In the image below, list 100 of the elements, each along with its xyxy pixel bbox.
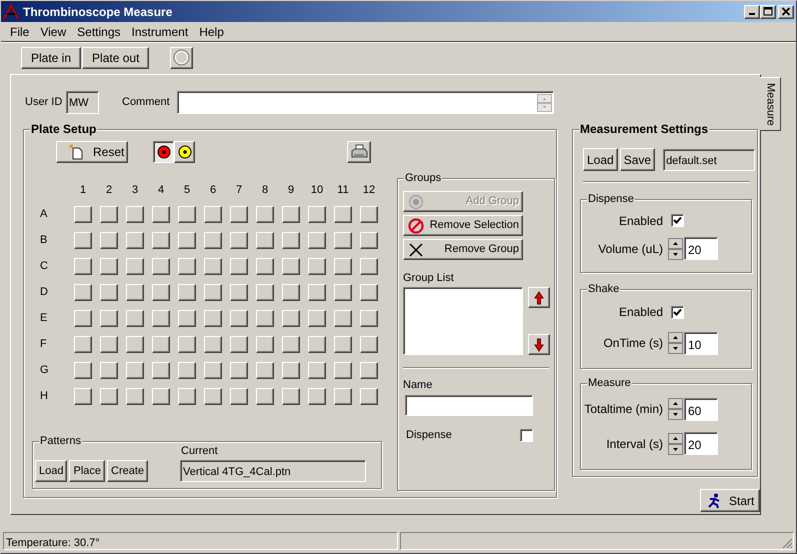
well-button[interactable] [100,284,118,301]
well-button[interactable] [256,284,274,301]
well-button[interactable] [334,232,352,249]
marker-toggle[interactable] [153,141,174,163]
close-button[interactable] [778,4,794,18]
well-button[interactable] [100,388,118,405]
spinner[interactable] [668,332,683,354]
well-button[interactable] [74,362,92,379]
well-button[interactable] [204,232,222,249]
well-button[interactable] [178,284,196,301]
well-button[interactable] [230,336,248,353]
well-button[interactable] [74,310,92,327]
well-button[interactable] [282,284,300,301]
well-button[interactable] [204,388,222,405]
well-button[interactable] [360,362,378,379]
well-button[interactable] [100,258,118,275]
well-button[interactable] [230,388,248,405]
spinner[interactable] [668,432,683,455]
well-button[interactable] [308,388,326,405]
status-button[interactable] [170,46,194,68]
well-button[interactable] [178,336,196,353]
well-button[interactable] [204,362,222,379]
well-button[interactable] [334,206,352,223]
well-button[interactable] [74,206,92,223]
well-button[interactable] [74,388,92,405]
well-button[interactable] [308,362,326,379]
well-button[interactable] [256,310,274,327]
well-button[interactable] [126,336,144,353]
well-button[interactable] [100,362,118,379]
well-button[interactable] [152,206,170,223]
name-field[interactable] [405,395,533,416]
well-button[interactable] [178,206,196,223]
group-button[interactable]: Remove Selection [403,215,523,236]
well-button[interactable] [178,362,196,379]
well-button[interactable] [126,284,144,301]
spinner[interactable] [668,238,683,260]
well-button[interactable] [308,258,326,275]
well-button[interactable] [360,232,378,249]
well-button[interactable] [256,388,274,405]
menu-item[interactable]: Settings [72,22,126,40]
well-button[interactable] [100,310,118,327]
well-button[interactable] [256,232,274,249]
well-button[interactable] [308,336,326,353]
well-button[interactable] [230,362,248,379]
well-button[interactable] [256,336,274,353]
well-button[interactable] [360,284,378,301]
well-button[interactable] [74,336,92,353]
well-button[interactable] [360,258,378,275]
well-button[interactable] [230,232,248,249]
pattern-button[interactable]: Create [107,460,148,482]
well-button[interactable] [178,232,196,249]
pattern-button[interactable]: Place [69,460,106,482]
well-button[interactable] [282,310,300,327]
well-button[interactable] [230,310,248,327]
well-button[interactable] [126,206,144,223]
well-button[interactable] [256,258,274,275]
well-button[interactable] [74,232,92,249]
menu-item[interactable]: File [5,22,34,40]
well-button[interactable] [74,258,92,275]
well-button[interactable] [152,388,170,405]
well-button[interactable] [204,336,222,353]
menu-item[interactable]: Instrument [126,22,194,40]
menu-item[interactable]: View [35,22,72,40]
well-button[interactable] [334,258,352,275]
well-button[interactable] [178,388,196,405]
pattern-button[interactable]: Load [35,460,68,482]
well-button[interactable] [282,336,300,353]
side-tab[interactable]: Measure [760,77,781,131]
spinner-field[interactable]: 20 [684,237,718,260]
maximize-button[interactable] [760,4,776,18]
well-button[interactable] [126,232,144,249]
well-button[interactable] [282,362,300,379]
well-button[interactable] [100,336,118,353]
well-button[interactable] [100,206,118,223]
well-button[interactable] [360,388,378,405]
well-button[interactable] [152,336,170,353]
well-button[interactable] [308,284,326,301]
move-down-button[interactable] [528,334,550,355]
well-button[interactable] [334,336,352,353]
well-button[interactable] [152,284,170,301]
well-button[interactable] [334,362,352,379]
well-button[interactable] [360,310,378,327]
settings-button[interactable]: Load [583,148,618,171]
well-button[interactable] [282,388,300,405]
well-button[interactable] [204,258,222,275]
well-button[interactable] [230,206,248,223]
well-button[interactable] [282,206,300,223]
well-button[interactable] [334,388,352,405]
well-button[interactable] [360,206,378,223]
well-button[interactable] [74,284,92,301]
well-button[interactable] [126,362,144,379]
well-button[interactable] [126,310,144,327]
settings-button[interactable]: Save [620,148,656,171]
checkbox[interactable] [671,306,684,319]
menu-item[interactable]: Help [194,22,229,40]
group-list[interactable] [403,287,523,355]
well-button[interactable] [282,258,300,275]
checkbox[interactable] [520,428,533,442]
spinner-field[interactable]: 20 [684,432,718,456]
spinner[interactable] [668,398,683,420]
